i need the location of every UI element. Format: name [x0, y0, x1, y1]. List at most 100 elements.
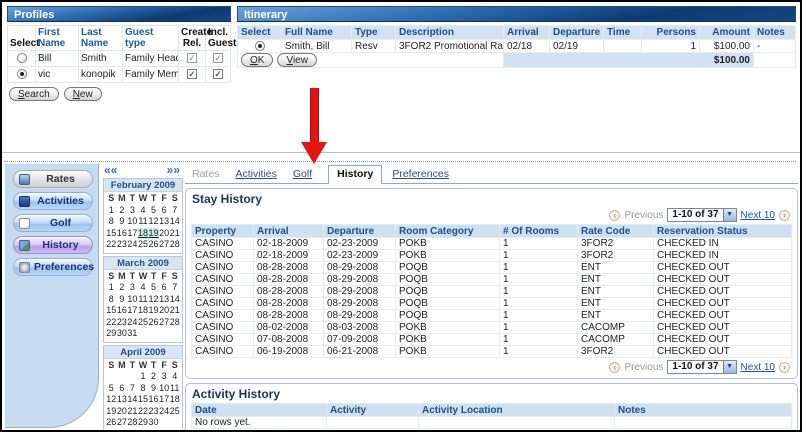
calendar-day[interactable]: 4 — [138, 282, 149, 294]
calendar-day[interactable]: 10 — [159, 383, 170, 395]
calendar-day[interactable]: 6 — [159, 282, 170, 294]
view-button[interactable]: View — [277, 53, 317, 67]
calendar-day[interactable]: 16 — [117, 228, 128, 240]
calendar-day[interactable]: 5 — [106, 383, 117, 395]
next-10-link[interactable]: Next 10 — [741, 210, 775, 221]
calendar-day[interactable]: 11 — [138, 216, 149, 228]
stay-history-row[interactable]: CASINO08-28-200808-29-2008POQB1ENTCHECKE… — [192, 286, 792, 298]
calendar-day[interactable]: 13 — [159, 294, 170, 306]
calendar-day[interactable]: 3 — [159, 371, 170, 383]
profiles-row[interactable]: Bill Smith Family Head — [8, 51, 231, 67]
calendar-day[interactable]: 20 — [159, 305, 170, 317]
calendar-back-button[interactable]: «« — [104, 165, 117, 177]
calendar-day[interactable]: 22 — [106, 239, 117, 251]
calendar-day[interactable]: 7 — [169, 282, 180, 294]
page-range-select[interactable]: 1-10 of 37 ▼ — [667, 208, 736, 222]
calendar-day[interactable]: 15 — [106, 305, 117, 317]
calendar-day[interactable]: 2 — [148, 371, 159, 383]
previous-icon[interactable]: ‹ — [609, 362, 620, 373]
calendar-day[interactable]: 7 — [169, 205, 180, 217]
calendar-day[interactable]: 27 — [159, 239, 170, 251]
calendar-day[interactable]: 18 — [138, 228, 149, 240]
tab-preferences[interactable]: Preferences — [392, 166, 449, 183]
calendar-day[interactable]: 12 — [106, 394, 117, 406]
itinerary-col-time[interactable]: Time — [604, 26, 642, 40]
calendar-day[interactable]: 25 — [138, 317, 149, 329]
calendar-day[interactable]: 26 — [106, 417, 117, 429]
itinerary-col-description[interactable]: Description — [396, 26, 504, 40]
tab-golf[interactable]: Golf — [293, 166, 312, 183]
calendar-day[interactable]: 22 — [106, 317, 117, 329]
stay-history-row[interactable]: CASINO08-28-200808-29-2008POQB1ENTCHECKE… — [192, 298, 792, 310]
calendar-day[interactable]: 16 — [148, 394, 159, 406]
itinerary-col-notes[interactable]: Notes — [754, 26, 796, 40]
sidebar-item-history[interactable]: History — [13, 236, 93, 254]
calendar-day[interactable]: 10 — [127, 294, 138, 306]
calendar-day[interactable]: 22 — [138, 406, 149, 418]
calendar-day[interactable]: 20 — [159, 228, 170, 240]
stay-history-row[interactable]: CASINO06-19-200806-21-2008POKB13FOR2CHEC… — [192, 346, 792, 358]
calendar-day[interactable]: 13 — [159, 216, 170, 228]
calendar-day[interactable]: 9 — [117, 294, 128, 306]
previous-icon[interactable]: ‹ — [609, 210, 620, 221]
sidebar-item-activities[interactable]: Activities — [13, 192, 93, 210]
calendar-day[interactable]: 21 — [127, 406, 138, 418]
calendar-day[interactable]: 29 — [138, 417, 149, 429]
calendar-day[interactable]: 24 — [127, 317, 138, 329]
stay-history-row[interactable]: CASINO08-28-200808-29-2008POQB1ENTCHECKE… — [192, 274, 792, 286]
col-reservation-status[interactable]: Reservation Status — [654, 225, 792, 238]
calendar-day[interactable]: 12 — [148, 216, 159, 228]
calendar-day[interactable]: 30 — [117, 328, 128, 340]
dropdown-arrow-icon[interactable]: ▼ — [723, 361, 736, 373]
calendar-day[interactable]: 16 — [117, 305, 128, 317]
profiles-col-last-name[interactable]: Last Name — [79, 26, 123, 51]
calendar-day[interactable]: 26 — [148, 239, 159, 251]
calendar-day[interactable]: 23 — [117, 239, 128, 251]
calendar-day[interactable]: 1 — [138, 371, 149, 383]
calendar-day[interactable]: 3 — [127, 282, 138, 294]
calendar-day[interactable]: 18 — [138, 305, 149, 317]
calendar-day[interactable]: 10 — [127, 216, 138, 228]
col-arrival[interactable]: Arrival — [254, 225, 324, 238]
calendar-day[interactable]: 29 — [106, 328, 117, 340]
calendar-day[interactable]: 25 — [138, 239, 149, 251]
calendar-day[interactable]: 28 — [127, 417, 138, 429]
profile-select-radio[interactable] — [17, 69, 27, 79]
calendar-forward-button[interactable]: »» — [167, 165, 180, 177]
page-range-select[interactable]: 1-10 of 37 ▼ — [667, 360, 736, 374]
calendar-day[interactable]: 24 — [127, 239, 138, 251]
calendar-day[interactable]: 21 — [169, 305, 180, 317]
calendar-day[interactable]: 13 — [117, 394, 128, 406]
calendar-day[interactable]: 9 — [117, 216, 128, 228]
search-button[interactable]: Search — [9, 87, 59, 101]
itinerary-col-amount[interactable]: Amount — [700, 26, 754, 40]
col-num-rooms[interactable]: # Of Rooms — [500, 225, 578, 238]
profiles-col-guest-type[interactable]: Guest type — [123, 26, 179, 51]
calendar-day[interactable]: 25 — [169, 406, 180, 418]
calendar-day[interactable]: 21 — [169, 228, 180, 240]
stay-history-row[interactable]: CASINO08-28-200808-29-2008POQB1ENTCHECKE… — [192, 262, 792, 274]
calendar-day[interactable]: 4 — [138, 205, 149, 217]
calendar-day[interactable]: 6 — [117, 383, 128, 395]
col-departure[interactable]: Departure — [324, 225, 396, 238]
calendar-day[interactable]: 1 — [106, 282, 117, 294]
itinerary-col-arrival[interactable]: Arrival — [504, 26, 550, 40]
calendar-day[interactable]: 2 — [117, 205, 128, 217]
next-icon[interactable]: › — [779, 362, 790, 373]
stay-history-row[interactable]: CASINO02-18-200902-23-2009POKB13FOR2CHEC… — [192, 238, 792, 250]
calendar-day[interactable]: 19 — [148, 305, 159, 317]
calendar-day[interactable]: 17 — [159, 394, 170, 406]
ok-button[interactable]: OK — [241, 53, 273, 67]
itinerary-row[interactable]: Smith, Bill Resv 3FOR2 Promotional Rate … — [238, 40, 796, 53]
stay-history-row[interactable]: CASINO08-28-200808-29-2008POQB1ENTCHECKE… — [192, 310, 792, 322]
incl-guest-checkbox[interactable] — [213, 69, 223, 79]
calendar-day[interactable]: 27 — [159, 317, 170, 329]
col-activity-location[interactable]: Activity Location — [419, 404, 615, 417]
itinerary-col-full-name[interactable]: Full Name — [282, 26, 352, 40]
calendar-day[interactable]: 7 — [127, 383, 138, 395]
col-notes[interactable]: Notes — [615, 404, 792, 417]
calendar-day[interactable]: 24 — [159, 406, 170, 418]
calendar-day[interactable]: 11 — [138, 294, 149, 306]
itinerary-col-type[interactable]: Type — [352, 26, 396, 40]
calendar-day[interactable]: 31 — [127, 328, 138, 340]
